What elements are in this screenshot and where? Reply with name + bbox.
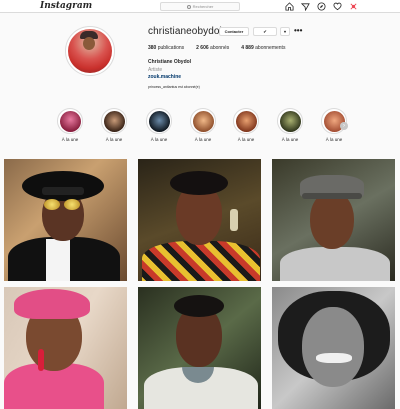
highlight-cover [148, 110, 170, 132]
post-thumbnail[interactable] [138, 287, 261, 409]
following-button[interactable]: ✔ [253, 27, 277, 36]
search-placeholder: Rechercher [192, 4, 214, 9]
profile-fullname: Christiane Obydol [148, 59, 192, 65]
highlight-item[interactable]: À la une [190, 108, 216, 142]
post-thumbnail[interactable] [272, 159, 395, 281]
post-thumbnail[interactable] [4, 159, 127, 281]
highlight-cover [103, 110, 125, 132]
highlight-item[interactable]: À la une [101, 108, 127, 142]
more-options-icon[interactable]: ••• [294, 26, 302, 35]
highlight-cover [59, 110, 81, 132]
profile-category: Artiste [148, 67, 163, 73]
followed-by-text[interactable]: princess_antlantus est abonné(e) [148, 85, 200, 89]
highlight-label: À la une [61, 137, 79, 142]
profile-avatar[interactable] [65, 26, 115, 76]
suggestions-dropdown-button[interactable]: ▾ [280, 27, 290, 36]
highlights-next-arrow-icon[interactable]: › [340, 122, 348, 130]
highlight-label: À la une [281, 137, 299, 142]
posts-grid [4, 159, 396, 409]
profile-stats: 380 publications 2 606 abonnés 4 889 abo… [148, 45, 285, 51]
direct-icon[interactable] [300, 1, 310, 11]
home-icon[interactable] [284, 1, 294, 11]
highlight-label: À la une [194, 137, 212, 142]
explore-icon[interactable] [316, 1, 326, 11]
contact-button[interactable]: Contacter [219, 27, 249, 36]
story-highlights: À la une À la une À la une À la une À la… [57, 108, 357, 148]
heart-icon[interactable] [332, 1, 342, 11]
highlight-item[interactable]: À la une [57, 108, 83, 142]
post-thumbnail[interactable] [272, 287, 395, 409]
search-input[interactable]: Rechercher [160, 2, 240, 11]
stat-followers[interactable]: 2 606 abonnés [196, 45, 229, 51]
instagram-logo[interactable]: Instagram [40, 1, 92, 11]
highlight-label: À la une [237, 137, 255, 142]
highlight-cover [235, 110, 257, 132]
profile-link[interactable]: zouk.machine [148, 74, 181, 80]
post-thumbnail[interactable] [4, 287, 127, 409]
highlight-label: À la une [105, 137, 123, 142]
highlight-cover [192, 110, 214, 132]
highlight-item[interactable]: À la une [146, 108, 172, 142]
top-nav: Instagram Rechercher [0, 0, 400, 13]
post-thumbnail[interactable] [138, 159, 261, 281]
highlight-item[interactable]: À la une [277, 108, 303, 142]
highlight-cover [279, 110, 301, 132]
highlight-item[interactable]: À la une [233, 108, 259, 142]
highlight-label: À la une [325, 137, 343, 142]
search-icon [186, 4, 191, 9]
profile-icon[interactable] [348, 1, 358, 11]
highlight-label: À la une [150, 137, 168, 142]
stat-posts: 380 publications [148, 45, 185, 51]
profile-username: christianeobydol [148, 26, 222, 37]
stat-following[interactable]: 4 889 abonnements [241, 45, 285, 51]
